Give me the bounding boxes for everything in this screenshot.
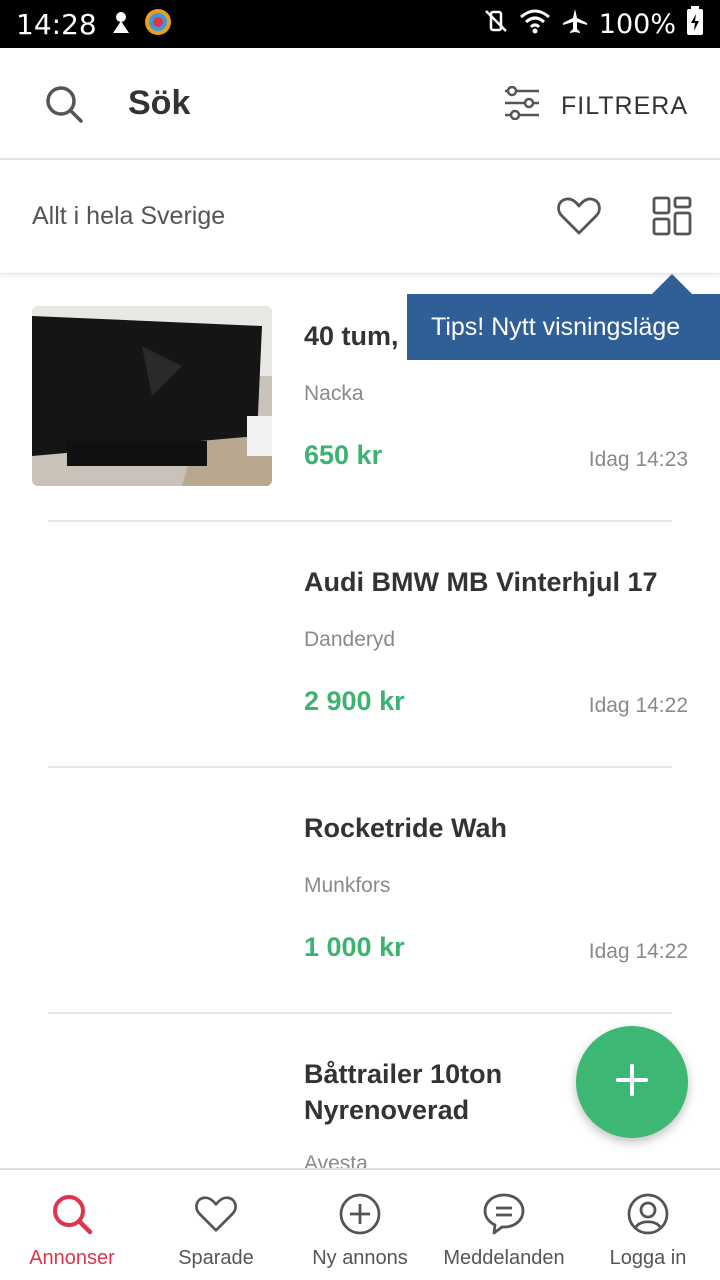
plus-circle-icon xyxy=(338,1192,382,1241)
filter-button[interactable]: FILTRERA xyxy=(503,85,688,127)
listing-title: Audi BMW MB Vinterhjul 17 xyxy=(304,567,658,597)
status-time: 14:28 xyxy=(16,7,97,41)
vibrate-icon xyxy=(483,8,509,41)
nav-item-sparade[interactable]: Sparade xyxy=(144,1170,288,1280)
nav-item-annonser[interactable]: Annonser xyxy=(0,1170,144,1280)
new-listing-fab[interactable] xyxy=(576,1026,688,1138)
plus-icon xyxy=(615,1063,649,1102)
listing-time: Idag 14:22 xyxy=(588,940,688,963)
listing-time: Idag 14:22 xyxy=(588,694,688,717)
listing-location: Nacka xyxy=(304,382,364,405)
listing-time: Idag 14:23 xyxy=(588,448,688,471)
user-icon xyxy=(626,1192,670,1241)
listing-item[interactable]: Audi BMW MB Vinterhjul 17 Danderyd 2 900… xyxy=(0,522,720,768)
nav-label: Meddelanden xyxy=(443,1247,565,1269)
search-icon[interactable] xyxy=(44,84,84,129)
nav-label: Logga in xyxy=(609,1247,687,1269)
listing-location: Danderyd xyxy=(304,628,396,651)
search-icon xyxy=(50,1192,94,1241)
page-title[interactable]: Sök xyxy=(128,84,190,123)
nav-label: Annonser xyxy=(29,1247,115,1269)
battery-level: 100% xyxy=(598,8,676,40)
view-mode-grid-icon[interactable] xyxy=(652,196,692,241)
listing-location: Avesta xyxy=(304,1152,368,1168)
location-selector[interactable]: Allt i hela Sverige xyxy=(32,202,225,231)
app-logo-icon xyxy=(143,7,173,41)
battery-icon xyxy=(686,5,704,43)
nav-item-meddelanden[interactable]: Meddelanden xyxy=(432,1170,576,1280)
wifi-icon xyxy=(519,8,551,41)
status-bar: 14:28 100% xyxy=(0,0,720,48)
tooltip-arrow xyxy=(652,274,692,294)
listing-location: Munkfors xyxy=(304,874,391,897)
nav-label: Sparade xyxy=(178,1247,254,1269)
search-header: Sök FILTRERA xyxy=(0,48,720,160)
listing-price: 650 kr xyxy=(304,440,383,470)
listing-title: Båttrailer 10ton Nyrenoverad xyxy=(304,1059,503,1125)
bottom-navigation: Annonser Sparade Ny annons Meddelanden L… xyxy=(0,1168,720,1280)
save-search-heart-icon[interactable] xyxy=(556,196,602,241)
listing-image xyxy=(32,306,272,486)
heart-icon xyxy=(194,1192,238,1241)
chat-icon xyxy=(482,1192,526,1241)
filter-label: FILTRERA xyxy=(561,92,688,120)
listing-title: Rocketride Wah xyxy=(304,813,508,843)
view-mode-tooltip[interactable]: Tips! Nytt visningsläge xyxy=(407,294,720,360)
notification-icon xyxy=(109,9,133,39)
location-bar: Allt i hela Sverige xyxy=(0,162,720,274)
filter-sliders-icon xyxy=(503,85,541,127)
listing-price: 2 900 kr xyxy=(304,686,405,716)
listing-price: 1 000 kr xyxy=(304,932,405,962)
airplane-icon xyxy=(561,7,589,42)
nav-item-ny-annons[interactable]: Ny annons xyxy=(288,1170,432,1280)
nav-label: Ny annons xyxy=(312,1247,408,1269)
nav-item-logga-in[interactable]: Logga in xyxy=(576,1170,720,1280)
listing-item[interactable]: Rocketride Wah Munkfors 1 000 kr Idag 14… xyxy=(0,768,720,1014)
